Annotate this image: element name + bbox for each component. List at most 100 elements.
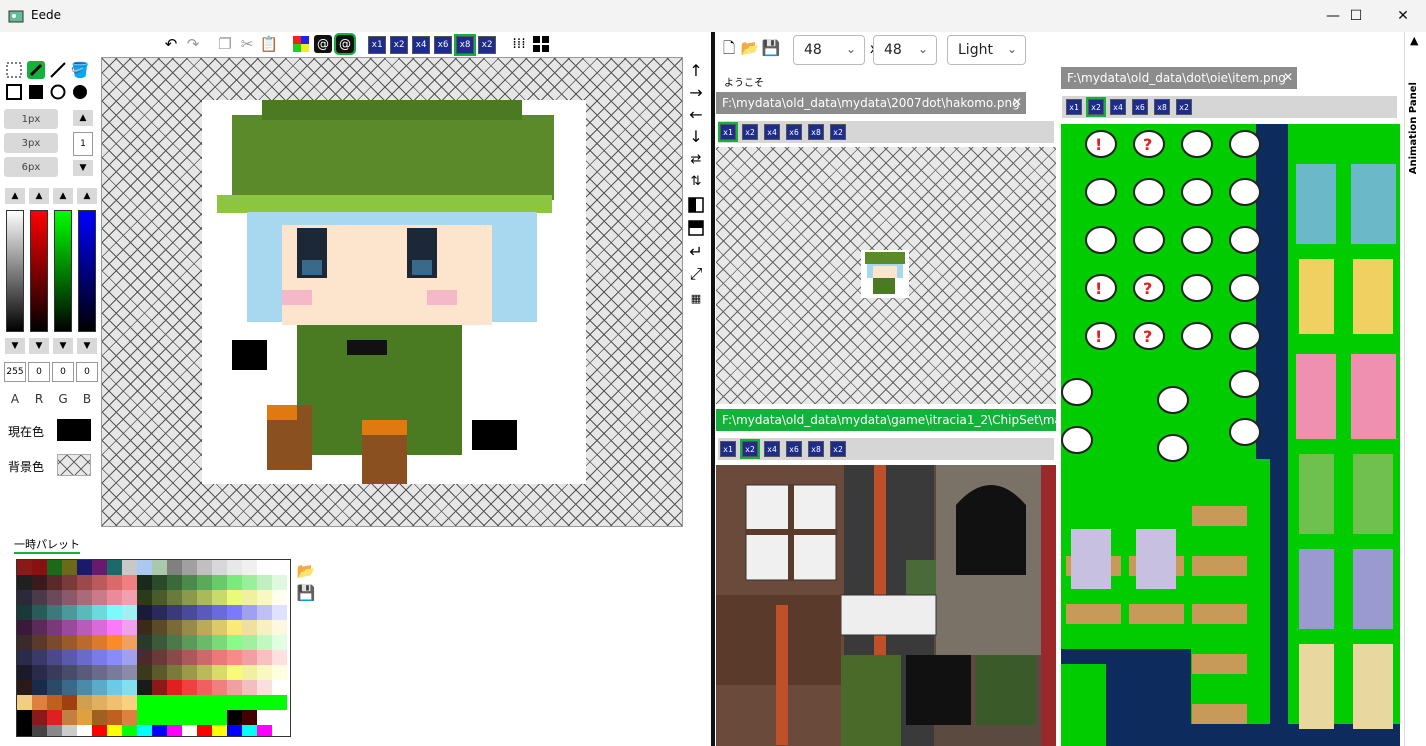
palette-swatch[interactable] bbox=[107, 620, 122, 635]
palette-swatch[interactable] bbox=[17, 575, 32, 590]
flip-vertical-icon[interactable]: ⇅ bbox=[686, 171, 706, 191]
palette-swatch[interactable] bbox=[257, 665, 272, 680]
palette-swatch[interactable] bbox=[257, 710, 272, 725]
temp-palette-tab[interactable]: 一時パレット bbox=[14, 536, 80, 554]
palette-swatch[interactable] bbox=[242, 665, 257, 680]
palette-swatch[interactable] bbox=[77, 635, 92, 650]
palette-swatch[interactable] bbox=[167, 605, 182, 620]
zoom-x4-button[interactable]: x4 bbox=[412, 36, 430, 54]
palette-swatch[interactable] bbox=[242, 650, 257, 665]
alpha-value-field[interactable]: 255 bbox=[4, 362, 26, 382]
palette-swatch[interactable] bbox=[17, 725, 32, 736]
grayscale-icon[interactable]: @ bbox=[314, 35, 332, 53]
palette-swatch[interactable] bbox=[152, 590, 167, 605]
palette-swatch[interactable] bbox=[77, 695, 92, 710]
panel2-zoom-4-button[interactable]: x8 bbox=[808, 441, 824, 457]
palette-swatch[interactable] bbox=[62, 590, 77, 605]
palette-swatch[interactable] bbox=[47, 575, 62, 590]
red-value-field[interactable]: 0 bbox=[28, 362, 50, 382]
palette-swatch[interactable] bbox=[122, 725, 137, 736]
palette-swatch[interactable] bbox=[77, 650, 92, 665]
panel2-zoom-0-button[interactable]: x1 bbox=[720, 441, 736, 457]
drawing-canvas[interactable] bbox=[101, 57, 683, 527]
green-slider[interactable] bbox=[54, 210, 72, 332]
panel3-zoom-4-button[interactable]: x8 bbox=[1154, 99, 1170, 115]
palette-swatch[interactable] bbox=[77, 560, 92, 575]
palette-swatch[interactable] bbox=[272, 620, 287, 635]
animation-panel[interactable]: ▲ Animation Panel bbox=[1404, 32, 1426, 746]
palette-swatch[interactable] bbox=[212, 710, 227, 725]
palette-swatch[interactable] bbox=[137, 620, 152, 635]
palette-swatch[interactable] bbox=[257, 650, 272, 665]
palette-swatch[interactable] bbox=[122, 560, 137, 575]
palette-swatch[interactable] bbox=[212, 575, 227, 590]
fill-bucket-icon[interactable]: 🪣 bbox=[71, 61, 90, 79]
palette-swatch[interactable] bbox=[242, 725, 257, 736]
palette-swatch[interactable] bbox=[62, 680, 77, 695]
palette-swatch[interactable] bbox=[92, 605, 107, 620]
rotate-icon[interactable]: ↵ bbox=[686, 241, 706, 261]
palette-swatch[interactable] bbox=[152, 695, 167, 710]
palette-swatch[interactable] bbox=[197, 605, 212, 620]
brush-6px-button[interactable]: 6px bbox=[4, 157, 58, 177]
tab-hakomo[interactable]: F:\mydata\old_data\mydata\2007dot\hakomo… bbox=[716, 92, 1026, 114]
palette-swatch[interactable] bbox=[152, 725, 167, 736]
palette-swatch[interactable] bbox=[17, 710, 32, 725]
palette-swatch[interactable] bbox=[122, 605, 137, 620]
palette-swatch[interactable] bbox=[62, 620, 77, 635]
palette-swatch[interactable] bbox=[92, 725, 107, 736]
panel2-zoom-1-button[interactable]: x2 bbox=[740, 439, 760, 459]
palette-swatch[interactable] bbox=[197, 680, 212, 695]
color-mode-icon[interactable]: @ bbox=[334, 33, 356, 55]
palette-swatch[interactable] bbox=[182, 635, 197, 650]
close-tab-icon[interactable]: ✕ bbox=[1012, 95, 1022, 109]
panel1-zoom-2-button[interactable]: x4 bbox=[764, 124, 780, 140]
panel3-canvas[interactable]: !?!?!? bbox=[1061, 124, 1400, 746]
palette-swatch[interactable] bbox=[197, 695, 212, 710]
palette-swatch[interactable] bbox=[47, 665, 62, 680]
palette-swatch[interactable] bbox=[107, 650, 122, 665]
palette-swatch[interactable] bbox=[212, 650, 227, 665]
paste-icon[interactable]: 📋 bbox=[260, 35, 279, 53]
palette-swatch[interactable] bbox=[242, 680, 257, 695]
palette-swatch[interactable] bbox=[227, 560, 242, 575]
palette-swatch[interactable] bbox=[167, 620, 182, 635]
zoom-x6-button[interactable]: x6 bbox=[434, 36, 452, 54]
cut-icon[interactable]: ✂ bbox=[238, 35, 256, 53]
palette-swatch[interactable] bbox=[182, 680, 197, 695]
palette-swatch[interactable] bbox=[167, 590, 182, 605]
palette-swatch[interactable] bbox=[62, 605, 77, 620]
palette-swatch[interactable] bbox=[62, 575, 77, 590]
maximize-button[interactable]: ☐ bbox=[1333, 0, 1379, 32]
palette-swatch[interactable] bbox=[227, 665, 242, 680]
palette-swatch[interactable] bbox=[257, 695, 272, 710]
palette-swatch[interactable] bbox=[167, 575, 182, 590]
brush-size-down-button[interactable]: ▼ bbox=[73, 160, 93, 176]
palette-swatch[interactable] bbox=[17, 605, 32, 620]
palette-swatch[interactable] bbox=[122, 710, 137, 725]
palette-swatch[interactable] bbox=[242, 590, 257, 605]
rect-fill-icon[interactable] bbox=[27, 83, 45, 101]
palette-swatch[interactable] bbox=[212, 560, 227, 575]
palette-swatch[interactable] bbox=[152, 620, 167, 635]
palette-swatch[interactable] bbox=[152, 605, 167, 620]
palette-swatch[interactable] bbox=[62, 695, 77, 710]
green-down-button[interactable]: ▼ bbox=[53, 338, 73, 354]
palette-swatch[interactable] bbox=[32, 620, 47, 635]
line-icon[interactable] bbox=[49, 61, 67, 79]
panel3-zoom-5-button[interactable]: x2 bbox=[1176, 99, 1192, 115]
palette-swatch[interactable] bbox=[227, 605, 242, 620]
panel1-zoom-1-button[interactable]: x2 bbox=[742, 124, 758, 140]
palette-swatch[interactable] bbox=[47, 710, 62, 725]
palette-swatch[interactable] bbox=[227, 635, 242, 650]
palette-swatch[interactable] bbox=[182, 710, 197, 725]
palette-swatch[interactable] bbox=[137, 650, 152, 665]
palette-swatch[interactable] bbox=[47, 725, 62, 736]
palette-swatch[interactable] bbox=[17, 665, 32, 680]
zoom-x12-button[interactable]: x2 bbox=[478, 36, 496, 54]
palette-swatch[interactable] bbox=[77, 725, 92, 736]
save-file-icon[interactable]: 💾 bbox=[762, 39, 781, 57]
palette-swatch[interactable] bbox=[62, 710, 77, 725]
alpha-down-button[interactable]: ▼ bbox=[5, 338, 25, 354]
palette-swatch[interactable] bbox=[17, 650, 32, 665]
